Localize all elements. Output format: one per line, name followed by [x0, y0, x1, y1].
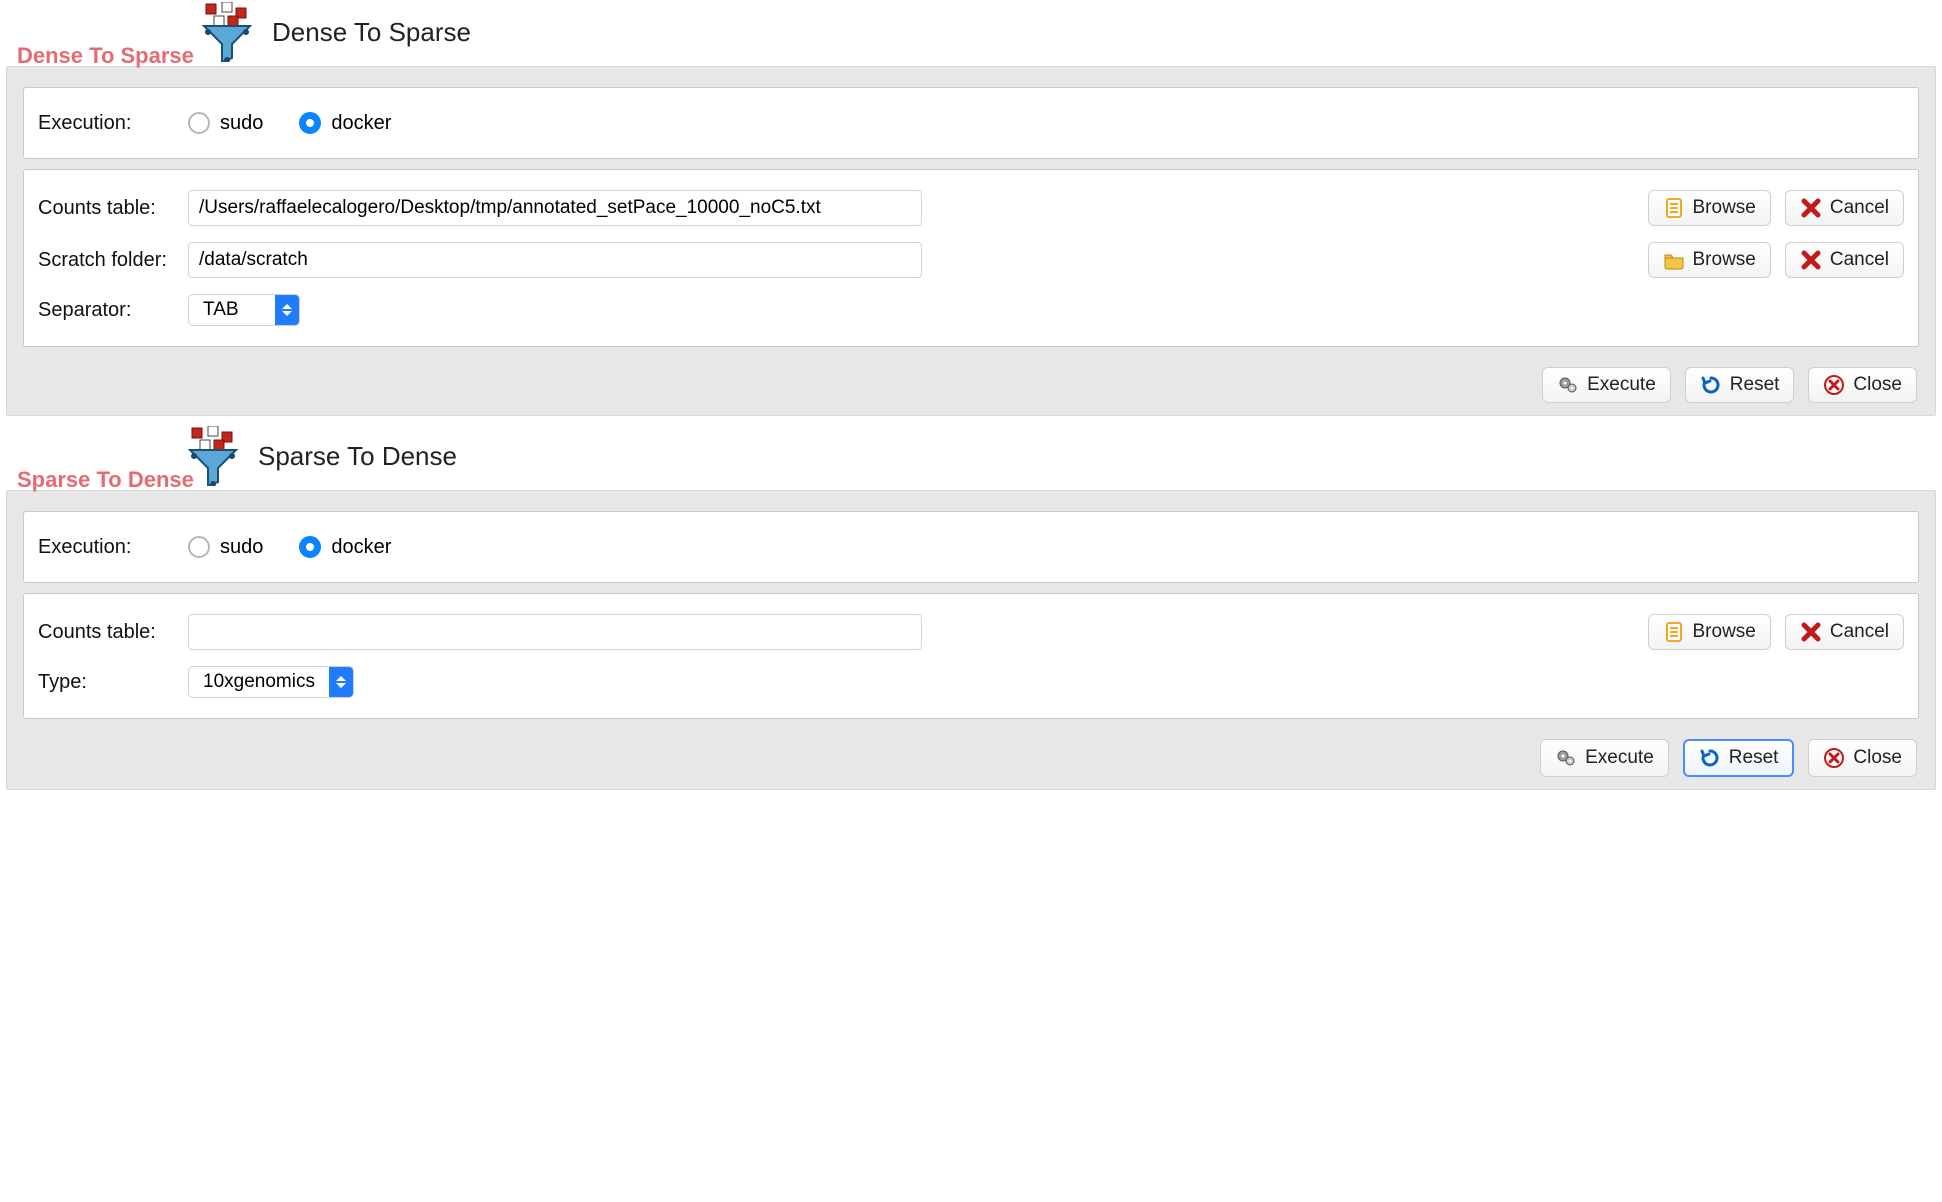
funnel-filter-icon [186, 426, 240, 486]
counts-table-browse-button-2[interactable]: Browse [1648, 614, 1771, 650]
execute-label-2: Execute [1585, 747, 1654, 769]
sparse-to-dense-panel: Sparse To Dense Execution: sudo docker C… [6, 490, 1936, 790]
refresh-icon [1700, 374, 1722, 396]
counts-table-label-2: Counts table: [38, 621, 188, 644]
execute-button-2[interactable]: Execute [1540, 739, 1669, 777]
paths-group-2: Counts table: Browse Cancel Type: 10xgen… [23, 593, 1919, 719]
reset-button[interactable]: Reset [1685, 367, 1795, 403]
execution-group-2: Execution: sudo docker [23, 511, 1919, 583]
file-browse-icon [1663, 621, 1685, 643]
reset-label: Reset [1730, 374, 1780, 396]
execution-label-2: Execution: [38, 536, 188, 559]
execution-radio-sudo-label-2: sudo [220, 536, 263, 559]
close-label-2: Close [1853, 747, 1902, 769]
gears-icon [1555, 747, 1577, 769]
close-button-2[interactable]: Close [1808, 739, 1917, 777]
execution-group: Execution: sudo docker [23, 87, 1919, 159]
counts-table-input-2[interactable] [188, 614, 922, 650]
refresh-icon [1699, 747, 1721, 769]
counts-table-label: Counts table: [38, 197, 188, 220]
execution-radio-docker[interactable]: docker [299, 112, 391, 135]
radio-unselected-icon [188, 112, 210, 134]
counts-table-browse-button[interactable]: Browse [1648, 190, 1771, 226]
funnel-filter-icon [200, 2, 254, 62]
scratch-folder-cancel-label: Cancel [1830, 249, 1889, 271]
select-caret-icon [329, 667, 353, 697]
close-label: Close [1853, 374, 1902, 396]
scratch-folder-cancel-button[interactable]: Cancel [1785, 242, 1904, 278]
cancel-x-icon [1800, 249, 1822, 271]
cancel-x-icon [1800, 621, 1822, 643]
counts-table-cancel-button-2[interactable]: Cancel [1785, 614, 1904, 650]
folder-browse-icon [1663, 249, 1685, 271]
close-button[interactable]: Close [1808, 367, 1917, 403]
dense-to-sparse-panel: Dense To Sparse Execution: sudo docker C… [6, 66, 1936, 416]
execute-button[interactable]: Execute [1542, 367, 1671, 403]
select-caret-icon [275, 295, 299, 325]
close-circle-icon [1823, 747, 1845, 769]
execution-radio-docker-label-2: docker [331, 536, 391, 559]
type-select-value: 10xgenomics [189, 667, 329, 697]
radio-selected-icon [299, 536, 321, 558]
counts-table-input[interactable] [188, 190, 922, 226]
radio-selected-icon [299, 112, 321, 134]
dense-to-sparse-title: Dense To Sparse [272, 17, 471, 48]
counts-table-cancel-label-2: Cancel [1830, 621, 1889, 643]
execution-label: Execution: [38, 112, 188, 135]
execute-label: Execute [1587, 374, 1656, 396]
execution-radio-docker-2[interactable]: docker [299, 536, 391, 559]
scratch-folder-input[interactable] [188, 242, 922, 278]
dense-footer-buttons: Execute Reset Close [7, 357, 1935, 409]
counts-table-browse-label-2: Browse [1693, 621, 1756, 643]
execution-radio-sudo[interactable]: sudo [188, 112, 263, 135]
execution-radio-docker-label: docker [331, 112, 391, 135]
sparse-to-dense-title: Sparse To Dense [258, 441, 457, 472]
separator-select[interactable]: TAB [188, 294, 300, 326]
scratch-folder-label: Scratch folder: [38, 249, 188, 272]
separator-select-value: TAB [189, 295, 275, 325]
type-label: Type: [38, 671, 188, 694]
counts-table-cancel-button[interactable]: Cancel [1785, 190, 1904, 226]
type-select[interactable]: 10xgenomics [188, 666, 354, 698]
counts-table-browse-label: Browse [1693, 197, 1756, 219]
close-circle-icon [1823, 374, 1845, 396]
reset-label-2: Reset [1729, 747, 1779, 769]
separator-label: Separator: [38, 299, 188, 322]
scratch-folder-browse-label: Browse [1693, 249, 1756, 271]
sparse-footer-buttons: Execute Reset Close [7, 729, 1935, 783]
paths-group: Counts table: Browse Cancel Scratch fold… [23, 169, 1919, 347]
file-browse-icon [1663, 197, 1685, 219]
execution-radio-sudo-label: sudo [220, 112, 263, 135]
scratch-folder-browse-button[interactable]: Browse [1648, 242, 1771, 278]
execution-radio-sudo-2[interactable]: sudo [188, 536, 263, 559]
radio-unselected-icon [188, 536, 210, 558]
reset-button-2[interactable]: Reset [1683, 739, 1795, 777]
cancel-x-icon [1800, 197, 1822, 219]
gears-icon [1557, 374, 1579, 396]
counts-table-cancel-label: Cancel [1830, 197, 1889, 219]
